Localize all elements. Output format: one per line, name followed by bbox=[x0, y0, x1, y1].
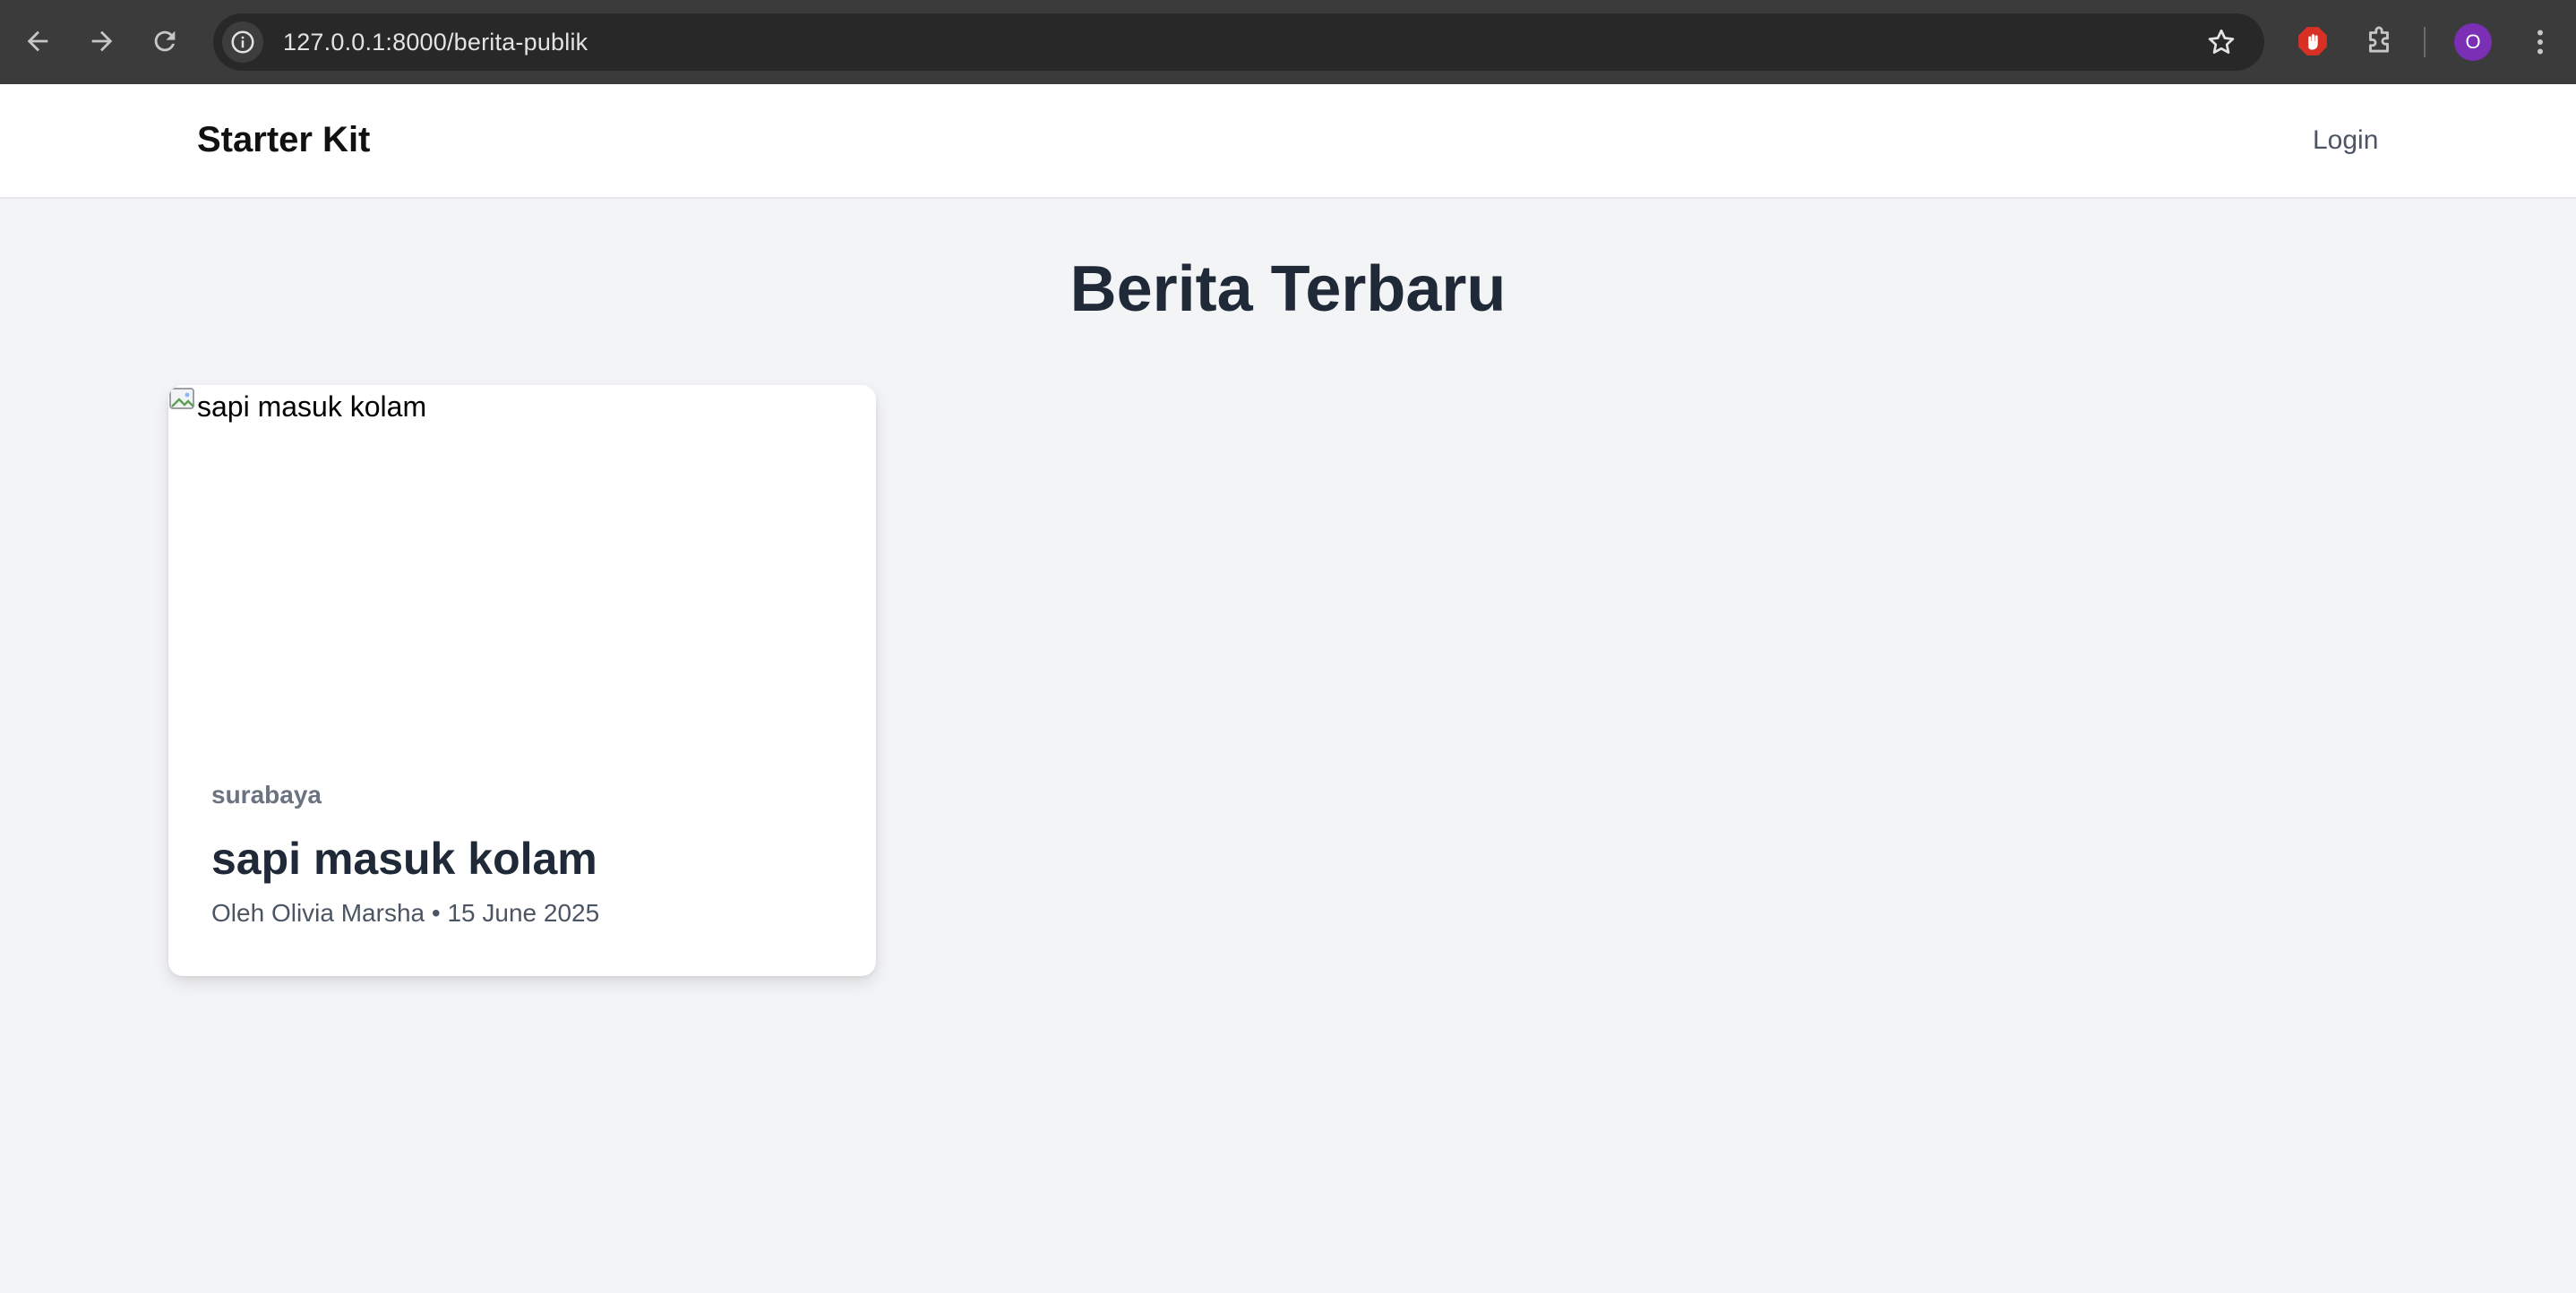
more-vertical-icon bbox=[2537, 30, 2543, 55]
puzzle-icon bbox=[2369, 26, 2389, 53]
site-info-button[interactable] bbox=[222, 21, 263, 63]
meta-separator: • bbox=[431, 899, 441, 927]
arrow-right-icon bbox=[91, 30, 113, 52]
info-icon bbox=[231, 30, 254, 54]
address-bar[interactable]: 127.0.0.1:8000/berita-publik bbox=[213, 13, 2264, 71]
page-title: Berita Terbaru bbox=[1069, 253, 1507, 325]
profile-avatar-button[interactable]: O bbox=[2454, 23, 2492, 61]
broken-image-icon bbox=[169, 388, 194, 409]
url-text[interactable]: 127.0.0.1:8000/berita-publik bbox=[283, 29, 588, 56]
stop-hand-icon bbox=[2298, 27, 2327, 56]
arrow-left-icon bbox=[27, 30, 48, 52]
reload-button[interactable] bbox=[143, 20, 186, 63]
news-meta: Oleh Olivia Marsha • 15 June 2025 bbox=[211, 899, 599, 928]
browser-toolbar: 127.0.0.1:8000/berita-publik O bbox=[0, 0, 2576, 84]
news-title[interactable]: sapi masuk kolam bbox=[211, 833, 597, 885]
reload-icon bbox=[154, 30, 176, 52]
back-button[interactable] bbox=[16, 20, 59, 63]
brand-logo[interactable]: Starter Kit bbox=[197, 120, 370, 160]
toolbar-divider bbox=[2424, 27, 2426, 57]
publish-date: 15 June 2025 bbox=[447, 899, 600, 927]
site-header: Starter Kit Login bbox=[0, 84, 2576, 199]
extensions-button[interactable] bbox=[2359, 21, 2399, 61]
forward-button[interactable] bbox=[81, 20, 124, 63]
image-alt-text: sapi masuk kolam bbox=[197, 390, 427, 423]
adblock-extension-button[interactable] bbox=[2295, 23, 2331, 59]
star-icon bbox=[2208, 29, 2235, 54]
author-prefix: Oleh bbox=[211, 899, 265, 927]
bookmark-button[interactable] bbox=[2203, 24, 2239, 60]
news-card-image[interactable]: sapi masuk kolam bbox=[168, 385, 876, 743]
browser-menu-button[interactable] bbox=[2522, 21, 2558, 63]
author-name: Olivia Marsha bbox=[270, 899, 425, 927]
login-link[interactable]: Login bbox=[2313, 125, 2378, 156]
news-card[interactable]: sapi masuk kolam surabaya sapi masuk kol… bbox=[168, 385, 876, 976]
news-category: surabaya bbox=[211, 781, 322, 809]
